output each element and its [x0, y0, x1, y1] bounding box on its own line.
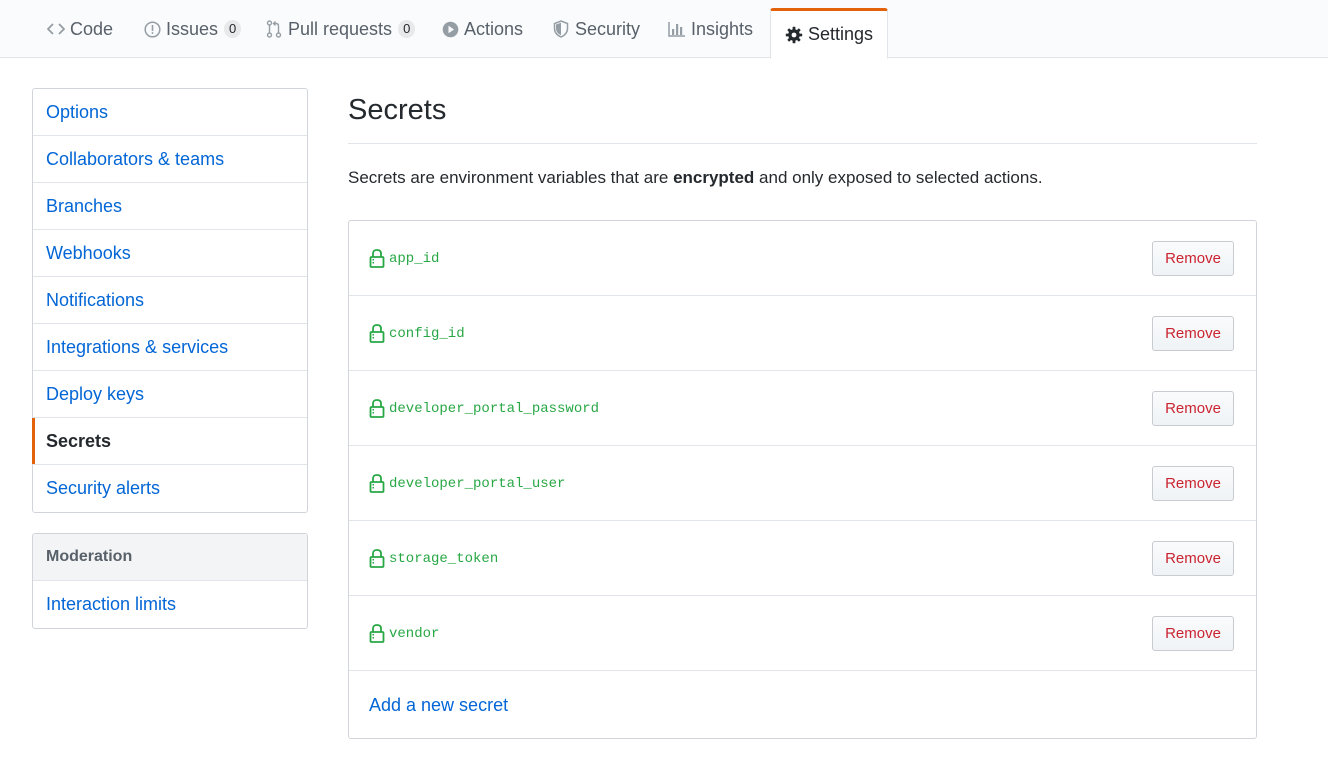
- lock-icon: [369, 323, 385, 343]
- secret-row: config_id Remove: [349, 296, 1256, 371]
- tab-security[interactable]: Security: [552, 0, 640, 58]
- sidebar-item-integrations-services[interactable]: Integrations & services: [33, 324, 307, 371]
- secrets-list: app_id Remove config_id Remove developer…: [348, 220, 1257, 739]
- lock-icon: [369, 548, 385, 568]
- lock-icon: [369, 473, 385, 493]
- play-icon: [441, 20, 459, 38]
- tab-pull-requests[interactable]: Pull requests 0: [265, 0, 416, 58]
- tab-actions[interactable]: Actions: [441, 0, 523, 58]
- remove-secret-button[interactable]: Remove: [1152, 616, 1234, 651]
- title-divider: [348, 143, 1257, 144]
- remove-secret-button[interactable]: Remove: [1152, 391, 1234, 426]
- tab-label: Settings: [808, 24, 874, 44]
- secret-name: config_id: [389, 326, 465, 342]
- remove-secret-button[interactable]: Remove: [1152, 541, 1234, 576]
- secret-name: developer_portal_user: [389, 476, 566, 492]
- sidebar-item-notifications[interactable]: Notifications: [33, 277, 307, 324]
- sidebar-item-options[interactable]: Options: [33, 89, 307, 136]
- shield-icon: [552, 20, 570, 38]
- moderation-heading: Moderation: [33, 534, 307, 581]
- sidebar-item-secrets[interactable]: Secrets: [32, 418, 307, 465]
- tab-label: Code: [70, 18, 114, 39]
- secret-name: vendor: [389, 626, 440, 642]
- settings-sidebar: Options Collaborators & teams Branches W…: [32, 88, 308, 513]
- remove-secret-button[interactable]: Remove: [1152, 241, 1234, 276]
- tab-code[interactable]: Code: [47, 0, 113, 58]
- tab-label: Insights: [691, 18, 754, 39]
- moderation-sidebar: Moderation Interaction limits: [32, 533, 308, 629]
- secret-name: storage_token: [389, 551, 499, 567]
- tab-label: Security: [575, 18, 641, 39]
- secret-name: app_id: [389, 251, 440, 267]
- lock-icon: [369, 623, 385, 643]
- graph-icon: [668, 20, 686, 38]
- tab-label: Actions: [464, 18, 524, 39]
- sidebar-item-collaborators-teams[interactable]: Collaborators & teams: [33, 136, 307, 183]
- tab-issues[interactable]: Issues 0: [143, 0, 242, 58]
- pull-requests-counter: 0: [398, 20, 416, 38]
- sidebar-item-branches[interactable]: Branches: [33, 183, 307, 230]
- secret-row: developer_portal_password Remove: [349, 371, 1256, 446]
- git-pull-request-icon: [265, 20, 283, 38]
- secret-row: developer_portal_user Remove: [349, 446, 1256, 521]
- sidebar-item-deploy-keys[interactable]: Deploy keys: [33, 371, 307, 418]
- remove-secret-button[interactable]: Remove: [1152, 466, 1234, 501]
- tab-insights[interactable]: Insights: [668, 0, 753, 58]
- sidebar-item-webhooks[interactable]: Webhooks: [33, 230, 307, 277]
- secret-row: vendor Remove: [349, 596, 1256, 671]
- gear-icon: [785, 26, 803, 44]
- sidebar-item-security-alerts[interactable]: Security alerts: [33, 465, 307, 512]
- issue-opened-icon: [143, 20, 161, 38]
- lock-icon: [369, 398, 385, 418]
- secret-row: storage_token Remove: [349, 521, 1256, 596]
- page-description: Secrets are environment variables that a…: [348, 168, 1043, 188]
- secret-row: app_id Remove: [349, 221, 1256, 296]
- add-secret-row: Add a new secret: [349, 671, 1256, 739]
- repo-nav-tabs: Code Issues 0 Pull requests 0 Actions Se…: [0, 0, 1328, 59]
- sidebar-item-interaction-limits[interactable]: Interaction limits: [33, 581, 307, 628]
- lock-icon: [369, 248, 385, 268]
- code-icon: [47, 20, 65, 38]
- description-emphasis: encrypted: [673, 168, 755, 187]
- page-title: Secrets: [348, 94, 447, 126]
- remove-secret-button[interactable]: Remove: [1152, 316, 1234, 351]
- description-text-end: and only exposed to selected actions.: [754, 168, 1043, 187]
- issues-counter: 0: [224, 20, 242, 38]
- tab-label: Issues: [166, 18, 219, 39]
- tab-label: Pull requests: [288, 18, 393, 39]
- secret-name: developer_portal_password: [389, 401, 600, 417]
- tab-settings[interactable]: Settings: [770, 8, 889, 59]
- add-new-secret-link[interactable]: Add a new secret: [369, 695, 508, 716]
- description-text: Secrets are environment variables that a…: [348, 168, 674, 187]
